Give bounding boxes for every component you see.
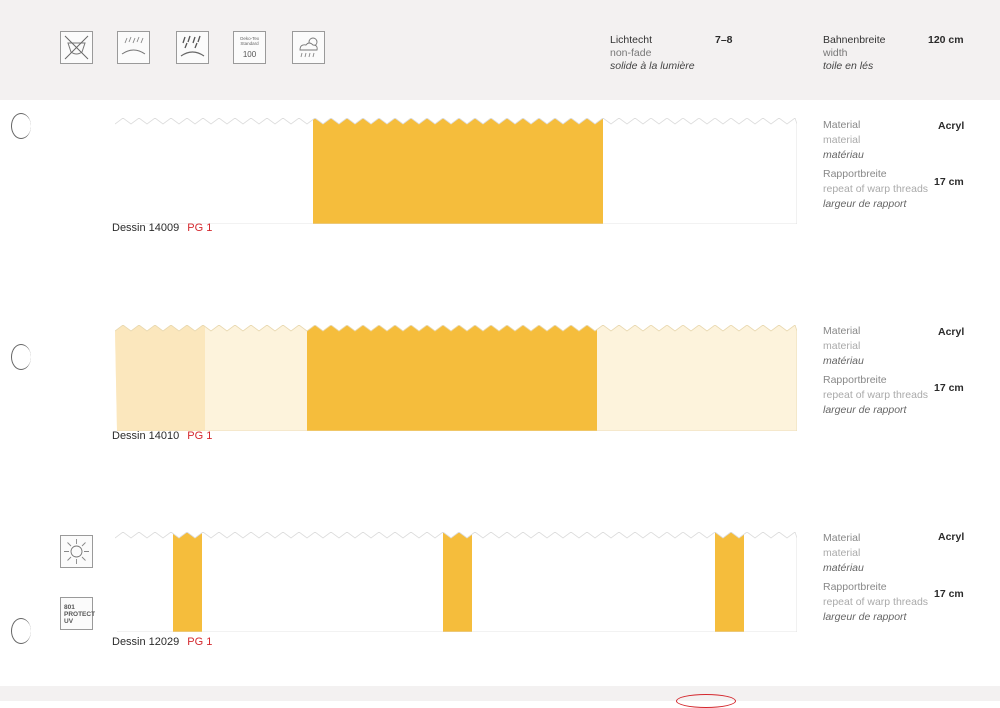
width-spec: Bahnenbreite width toile en lés [823, 34, 885, 73]
material-de: Material [823, 325, 861, 337]
material-de: Material [823, 119, 861, 131]
uv-line-3: UV [64, 618, 74, 625]
rain-resistant-icon [176, 31, 209, 64]
repeat-fr: largeur de rapport [823, 611, 907, 623]
binder-ring [11, 344, 31, 370]
lightfast-de: Lichtecht [610, 34, 653, 46]
oeko-tex-icon: Oeko-Tex Standard 100 [233, 31, 266, 64]
width-de: Bahnenbreite [823, 34, 886, 46]
fabric-swatch-14009 [115, 118, 797, 224]
sun-icon [60, 535, 93, 568]
spec-labels: Material material matériau Rapportbreite… [823, 118, 928, 212]
oeko-tex-number: 100 [242, 50, 257, 59]
repeat-de: Rapportbreite [823, 581, 887, 593]
footer-band [0, 686, 1000, 701]
material-value: Acryl [938, 326, 965, 338]
dessin-label: Dessin 14010 PG 1 [112, 430, 212, 442]
dessin-number: Dessin 14010 [112, 430, 180, 442]
repeat-en: repeat of warp threads [823, 183, 929, 195]
material-value: Acryl [938, 120, 965, 132]
repeat-value: 17 cm [934, 382, 964, 394]
material-en: material [823, 547, 861, 559]
width-fr: toile en lés [823, 60, 874, 72]
repeat-value: 17 cm [934, 176, 964, 188]
brand-mark-icon [676, 694, 736, 708]
repeat-value: 17 cm [934, 588, 964, 600]
fabric-swatch-14010 [115, 325, 797, 431]
width-en: width [823, 47, 848, 59]
material-en: material [823, 340, 861, 352]
repeat-en: repeat of warp threads [823, 596, 929, 608]
repeat-fr: largeur de rapport [823, 404, 907, 416]
oeko-tex-label: Oeko-Tex Standard [239, 36, 260, 46]
width-value: 120 cm [928, 34, 964, 46]
price-group: PG 1 [187, 222, 213, 234]
repeat-fr: largeur de rapport [823, 198, 907, 210]
dessin-number: Dessin 12029 [112, 636, 180, 648]
material-en: material [823, 134, 861, 146]
price-group: PG 1 [187, 430, 213, 442]
material-value: Acryl [938, 531, 965, 543]
repeat-en: repeat of warp threads [823, 389, 929, 401]
binder-ring [11, 618, 31, 644]
dew-resistant-icon [117, 31, 150, 64]
repeat-de: Rapportbreite [823, 168, 887, 180]
weather-icon [292, 31, 325, 64]
lightfast-fr: solide à la lumière [610, 60, 695, 72]
material-de: Material [823, 532, 861, 544]
dessin-number: Dessin 14009 [112, 222, 180, 234]
material-fr: matériau [823, 355, 864, 367]
uv-line-1: 801 [64, 604, 75, 611]
lightfast-value: 7–8 [715, 34, 733, 46]
lightfast-spec: Lichtecht non-fade solide à la lumière [610, 34, 695, 73]
repeat-de: Rapportbreite [823, 374, 887, 386]
fabric-swatch-12029 [115, 532, 797, 632]
dessin-label: Dessin 12029 PG 1 [112, 636, 212, 648]
material-fr: matériau [823, 149, 864, 161]
price-group: PG 1 [187, 636, 213, 648]
spec-labels: Material material matériau Rapportbreite… [823, 324, 928, 418]
dessin-label: Dessin 14009 PG 1 [112, 222, 212, 234]
uv-protect-icon: 801 PROTECT UV [60, 597, 96, 630]
uv-line-2: PROTECT [64, 611, 96, 618]
no-bleach-icon [60, 31, 93, 64]
spec-labels: Material material matériau Rapportbreite… [823, 531, 928, 625]
material-fr: matériau [823, 562, 864, 574]
binder-ring [11, 113, 31, 139]
lightfast-en: non-fade [610, 47, 652, 59]
